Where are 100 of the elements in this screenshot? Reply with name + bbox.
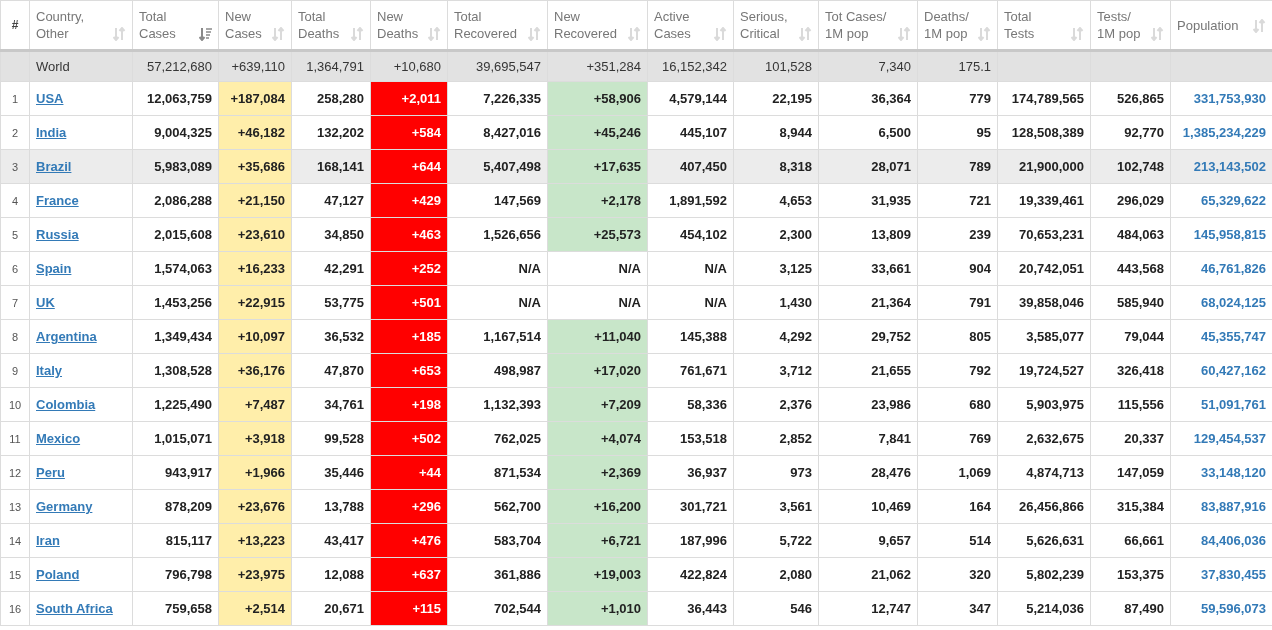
table-cell: 1,349,434 xyxy=(132,319,219,354)
sort-icon[interactable] xyxy=(528,27,541,41)
table-cell: 147,569 xyxy=(447,183,548,218)
table-cell: 721 xyxy=(917,183,998,218)
table-cell: +25,573 xyxy=(547,217,648,252)
table-cell: 4,292 xyxy=(733,319,819,354)
table-cell: +10,097 xyxy=(218,319,292,354)
table-cell: 175.1 xyxy=(917,50,998,82)
column-label: Tot Cases/ 1M pop xyxy=(825,8,887,42)
sort-icon[interactable] xyxy=(1253,18,1266,33)
table-cell: 21,062 xyxy=(818,557,918,592)
table-row[interactable]: 8 Argentina 1,349,434 +10,097 36,532 +185 1,167,514 +11,040 145,388 4,292 29,752 805 3,585,077 79,044 45,355,747 xyxy=(0,319,1272,354)
table-cell: 326,418 xyxy=(1090,353,1171,388)
country-link[interactable]: Italy xyxy=(36,363,62,378)
table-cell: +198 xyxy=(370,387,448,422)
table-cell: 361,886 xyxy=(447,557,548,592)
table-cell: 585,940 xyxy=(1090,285,1171,320)
table-row[interactable]: 5 Russia 2,015,608 +23,610 34,850 +463 1,526,656 +25,573 454,102 2,300 13,809 239 70,653,231 484,063 145,958,815 xyxy=(0,217,1272,252)
country-link[interactable]: Brazil xyxy=(36,159,72,174)
table-cell: 153,375 xyxy=(1090,557,1171,592)
table-cell: 762,025 xyxy=(447,421,548,456)
table-cell: +639,110 xyxy=(218,50,292,82)
table-cell: 943,917 xyxy=(132,455,219,490)
country-link[interactable]: USA xyxy=(36,91,64,106)
table-cell: World xyxy=(29,50,133,82)
table-cell: 454,102 xyxy=(647,217,734,252)
sort-icon[interactable] xyxy=(898,27,911,41)
sort-icon[interactable] xyxy=(113,27,126,41)
table-row[interactable]: 11 Mexico 1,015,071 +3,918 99,528 +502 762,025 +4,074 153,518 2,852 7,841 769 2,632,675 20,337 129,454,537 xyxy=(0,421,1272,456)
sort-icon[interactable] xyxy=(1071,27,1084,41)
table-cell: +296 xyxy=(370,489,448,524)
sort-icon[interactable] xyxy=(799,27,812,41)
table-cell: 1,526,656 xyxy=(447,217,548,252)
table-row[interactable]: 2 India 9,004,325 +46,182 132,202 +584 8,427,016 +45,246 445,107 8,944 6,500 95 128,508,389 92,770 1,385,234,229 xyxy=(0,115,1272,150)
table-cell: +22,915 xyxy=(218,285,292,320)
table-cell: 70,653,231 xyxy=(997,217,1091,252)
table-cell: 87,490 xyxy=(1090,591,1171,626)
table-cell: 3,561 xyxy=(733,489,819,524)
country-link[interactable]: Russia xyxy=(36,227,79,242)
country-link[interactable]: India xyxy=(36,125,67,140)
table-cell: +429 xyxy=(370,183,448,218)
table-cell: 769 xyxy=(917,421,998,456)
table-cell: 320 xyxy=(917,557,998,592)
table-cell: +16,233 xyxy=(218,251,292,286)
sort-icon[interactable] xyxy=(714,27,727,41)
table-row[interactable]: 6 Spain 1,574,063 +16,233 42,291 +252 N/A N/A N/A 3,125 33,661 904 20,742,051 443,568 46,761,826 xyxy=(0,251,1272,286)
table-row[interactable]: 9 Italy 1,308,528 +36,176 47,870 +653 498,987 +17,020 761,671 3,712 21,655 792 19,724,527 326,418 60,427,162 xyxy=(0,353,1272,388)
table-row[interactable]: 16 South Africa 759,658 +2,514 20,671 +115 702,544 +1,010 36,443 546 12,747 347 5,214,036 87,490 59,596,073 xyxy=(0,591,1272,626)
country-link[interactable]: Iran xyxy=(36,533,60,548)
table-cell: +17,020 xyxy=(547,353,648,388)
table-row[interactable]: 13 Germany 878,209 +23,676 13,788 +296 562,700 +16,200 301,721 3,561 10,469 164 26,456,866 315,384 83,887,916 xyxy=(0,489,1272,524)
country-link[interactable]: UK xyxy=(36,295,55,310)
table-cell: +351,284 xyxy=(547,50,648,82)
table-row[interactable]: 1 USA 12,063,759 +187,084 258,280 +2,011 7,226,335 +58,906 4,579,144 22,195 36,364 779 174,789,565 526,865 331,753,930 xyxy=(0,81,1272,116)
table-cell: 26,456,866 xyxy=(997,489,1091,524)
table-row[interactable]: 3 Brazil 5,983,089 +35,686 168,141 +644 5,407,498 +17,635 407,450 8,318 28,071 789 21,900,000 102,748 213,143,502 xyxy=(0,149,1272,184)
sort-icon[interactable] xyxy=(628,27,641,41)
table-row[interactable]: 10 Colombia 1,225,490 +7,487 34,761 +198 1,132,393 +7,209 58,336 2,376 23,986 680 5,903,975 115,556 51,091,761 xyxy=(0,387,1272,422)
table-cell: 2,086,288 xyxy=(132,183,219,218)
country-link[interactable]: Poland xyxy=(36,567,80,582)
table-cell: 7,340 xyxy=(818,50,918,82)
table-cell: 39,695,547 xyxy=(447,50,548,82)
table-row[interactable]: 15 Poland 796,798 +23,975 12,088 +637 361,886 +19,003 422,824 2,080 21,062 320 5,802,239 153,375 37,830,455 xyxy=(0,557,1272,592)
sort-icon[interactable] xyxy=(272,27,285,41)
table-cell: 102,748 xyxy=(1090,149,1171,184)
table-cell: 99,528 xyxy=(291,421,371,456)
table-cell: +502 xyxy=(370,421,448,456)
sort-icon[interactable] xyxy=(351,27,364,41)
table-cell: 43,417 xyxy=(291,523,371,558)
rank-number: 12 xyxy=(0,455,30,490)
country-link[interactable]: Mexico xyxy=(36,431,81,446)
table-cell: 296,029 xyxy=(1090,183,1171,218)
table-cell: 1,891,592 xyxy=(647,183,734,218)
table-row[interactable]: 4 France 2,086,288 +21,150 47,127 +429 147,569 +2,178 1,891,592 4,653 31,935 721 19,339,461 296,029 65,329,622 xyxy=(0,183,1272,218)
sort-icon[interactable] xyxy=(199,27,212,41)
rank-number: 16 xyxy=(0,591,30,626)
country-link[interactable]: Peru xyxy=(36,465,65,480)
table-cell: 28,476 xyxy=(818,455,918,490)
column-label: New Recovered xyxy=(554,8,617,42)
table-cell: +45,246 xyxy=(547,115,648,150)
table-row[interactable]: 14 Iran 815,117 +13,223 43,417 +476 583,704 +6,721 187,996 5,722 9,657 514 5,626,631 66,661 84,406,036 xyxy=(0,523,1272,558)
table-cell: 21,900,000 xyxy=(997,149,1091,184)
table-row[interactable]: 12 Peru 943,917 +1,966 35,446 +44 871,534 +2,369 36,937 973 28,476 1,069 4,874,713 147,059 33,148,120 xyxy=(0,455,1272,490)
table-cell: +3,918 xyxy=(218,421,292,456)
table-cell: 407,450 xyxy=(647,149,734,184)
table-row[interactable]: 7 UK 1,453,256 +22,915 53,775 +501 N/A N/A N/A 1,430 21,364 791 39,858,046 585,940 68,024,125 xyxy=(0,285,1272,320)
table-cell: 21,655 xyxy=(818,353,918,388)
table-cell: +35,686 xyxy=(218,149,292,184)
country-link[interactable]: Spain xyxy=(36,261,72,276)
table-cell: +23,610 xyxy=(218,217,292,252)
table-cell: 805 xyxy=(917,319,998,354)
table-cell: 514 xyxy=(917,523,998,558)
table-cell: 2,300 xyxy=(733,217,819,252)
country-link[interactable]: France xyxy=(36,193,79,208)
sort-icon[interactable] xyxy=(978,27,991,41)
table-cell: +2,178 xyxy=(547,183,648,218)
table-cell: 33,661 xyxy=(818,251,918,286)
sort-icon[interactable] xyxy=(1151,27,1164,41)
sort-icon[interactable] xyxy=(428,27,441,41)
rank-number: 6 xyxy=(0,251,30,286)
